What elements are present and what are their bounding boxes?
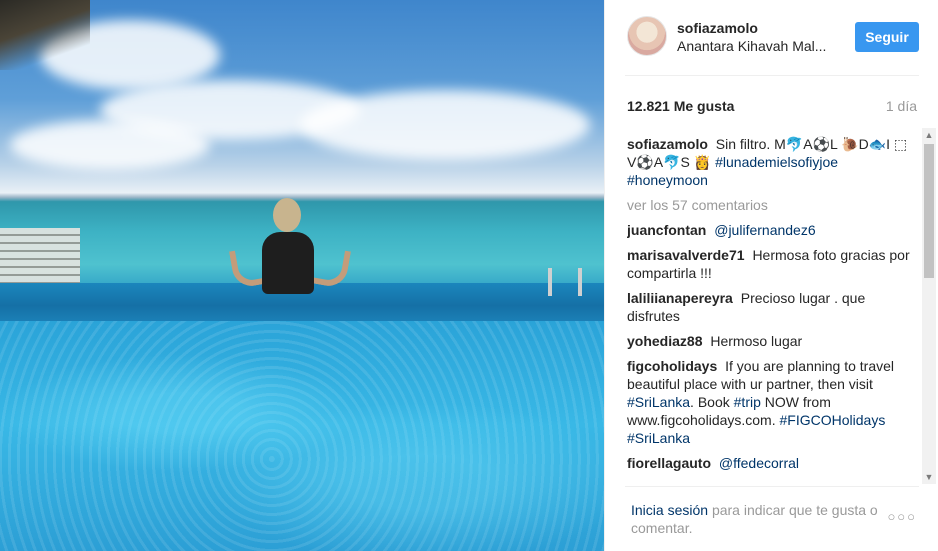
hashtag-link[interactable]: #SriLanka (627, 394, 690, 410)
hashtag-link[interactable]: #honeymoon (627, 172, 708, 188)
avatar[interactable] (627, 16, 667, 56)
photo-deck (0, 228, 80, 283)
comments-list[interactable]: sofiazamolo Sin filtro. M🐬A⚽L 🐌D🐟I ⬚ V⚽A… (627, 135, 917, 485)
login-prompt: Inicia sesión para indicar que te gusta … (625, 486, 919, 546)
login-link[interactable]: Inicia sesión (631, 502, 708, 518)
photo-roof (0, 0, 90, 70)
username-link[interactable]: sofiazamolo (677, 20, 758, 36)
comment-username[interactable]: juancfontan (627, 222, 706, 238)
photo-pool (0, 321, 604, 551)
mention-link[interactable]: @ffedecorral (719, 455, 799, 471)
arrow-up-icon[interactable]: ▲ (922, 128, 936, 142)
mention-link[interactable]: @julifernandez6 (714, 222, 815, 238)
arrow-down-icon[interactable]: ▼ (922, 470, 936, 484)
photo-person-head (273, 198, 301, 232)
list-item: laliliianapereyra Precioso lugar . que d… (627, 289, 917, 325)
comment-username[interactable]: laliliianapereyra (627, 290, 733, 306)
list-item: yohediaz88 Hermoso lugar (627, 332, 917, 350)
post-age[interactable]: 1 día (886, 98, 917, 114)
comment-username[interactable]: sofiazamolo (627, 136, 708, 152)
list-item: fiorellagauto @ffedecorral (627, 454, 917, 472)
comment-text: Hermoso lugar (710, 333, 803, 349)
photo-cloud (10, 120, 210, 170)
ellipsis-icon[interactable]: ○○○ (887, 509, 917, 524)
list-item: figcoholidays If you are planning to tra… (627, 357, 917, 447)
post-header: sofiazamolo Anantara Kihavah Mal... Segu… (625, 14, 919, 76)
hashtag-link[interactable]: #trip (734, 394, 761, 410)
follow-button[interactable]: Seguir (855, 22, 919, 52)
comment-username[interactable]: marisavalverde71 (627, 247, 745, 263)
comment-username[interactable]: figcoholidays (627, 358, 717, 374)
hashtag-link[interactable]: #SriLanka (627, 430, 690, 446)
comment-username[interactable]: yohediaz88 (627, 333, 702, 349)
hashtag-link[interactable]: #lunademielsofiyjoe (715, 154, 838, 170)
scrollbar-thumb[interactable] (924, 144, 934, 278)
comment-text: . Book (690, 394, 730, 410)
list-item: juancfontan @julifernandez6 (627, 221, 917, 239)
post-side-panel: sofiazamolo Anantara Kihavah Mal... Segu… (604, 0, 938, 551)
hashtag-link[interactable]: #FIGCOHolidays (780, 412, 886, 428)
photo-cloud (300, 90, 590, 160)
caption: sofiazamolo Sin filtro. M🐬A⚽L 🐌D🐟I ⬚ V⚽A… (627, 135, 917, 189)
photo-person-body (262, 232, 314, 294)
location-link[interactable]: Anantara Kihavah Mal... (677, 38, 826, 54)
comment-username[interactable]: fiorellagauto (627, 455, 711, 471)
post-photo[interactable] (0, 0, 604, 551)
likes-row: 12.821 Me gusta 1 día (627, 98, 917, 116)
likes-count[interactable]: 12.821 Me gusta (627, 98, 734, 114)
list-item: marisavalverde71 Hermosa foto gracias po… (627, 246, 917, 282)
view-all-comments-link[interactable]: ver los 57 comentarios (627, 196, 917, 214)
comments-scrollbar[interactable]: ▲ ▼ (922, 128, 936, 484)
login-text: Inicia sesión para indicar que te gusta … (631, 501, 891, 537)
photo-ladder (548, 268, 582, 296)
